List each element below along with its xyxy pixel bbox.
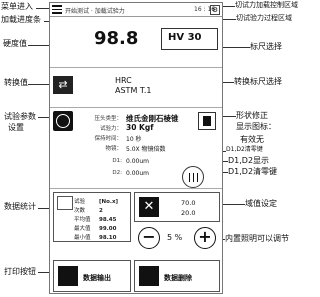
clock-icon[interactable] [53, 111, 73, 131]
indenter-label: 压头类型： [94, 116, 122, 122]
force-label: 试验力： [99, 126, 122, 132]
d2-value: 0.00um [126, 170, 150, 177]
label-force-load-progress: 切试验力过程区域 [236, 14, 292, 22]
d1d2-clear-knob[interactable] [182, 166, 204, 188]
label-data-stats: 数据统计 [4, 202, 36, 211]
hardness-value: 98.8 [94, 28, 139, 49]
d2-label: D2: [112, 170, 122, 176]
dwell-value: 10 秒 [126, 136, 142, 143]
label-test-params: 试验参数 [4, 112, 36, 121]
shape-correction-icon[interactable] [198, 112, 216, 130]
objective-label: 物镜： [105, 146, 122, 152]
stat-row: 次数 2 [74, 208, 103, 214]
print-icon [58, 266, 78, 286]
upper-limit: 70.0 [181, 199, 196, 207]
objective-value: 5.0X 物镜倍数 [126, 146, 166, 153]
x-icon[interactable]: ✕ [139, 197, 159, 217]
scale-select-button[interactable]: HV 30 [161, 28, 218, 50]
label-load-progress: 加载进度条 [1, 15, 41, 24]
label-print-button: 打印按钮 [4, 267, 36, 276]
conversion-scale-name: HRC [115, 76, 132, 85]
label-d1d2-clear-key: D1,D2清零键 [228, 167, 278, 176]
label-d1d2-show: D1,D2显示 [228, 156, 270, 165]
convert-icon[interactable]: ⇄ [53, 76, 73, 94]
topbar-title: 开始测试 · 加载试验力 [65, 8, 125, 15]
illumination-adjust: − 5 % + [134, 225, 220, 255]
d1-value: 0.00um [126, 158, 150, 165]
minus-button[interactable]: − [138, 227, 160, 249]
print-button[interactable]: 数据输出 [53, 260, 131, 292]
conversion-scale[interactable]: HRC ASTM T.1 [115, 76, 151, 95]
label-settings: 设置 [8, 123, 24, 132]
stats-panel[interactable]: 试验 [No.x] 次数 2 平均值 98.45 最大值 99.00 最小值 98.10 [53, 192, 131, 242]
label-menu-entry: 菜单进入 [1, 2, 33, 11]
callout-line [222, 204, 245, 205]
label-conversion-value: 转换值 [4, 78, 28, 87]
label-valid: 有效无 [240, 135, 264, 144]
top-bar: 开始测试 · 加载试验力 16 : 16 ⚙ [50, 3, 222, 17]
plus-button[interactable]: + [194, 227, 216, 249]
gear-icon[interactable]: ⚙ [210, 5, 220, 15]
stat-row: 平均值 98.45 [74, 217, 117, 223]
delete-label: 数据删除 [164, 274, 192, 282]
label-force-load-area: 切试力加载控制区域 [235, 1, 298, 9]
stats-icon [57, 196, 73, 210]
trash-icon [139, 266, 159, 286]
illumination-percent: 5 % [167, 233, 183, 242]
d1-label: D1: [112, 158, 122, 164]
lower-limit: 20.0 [181, 209, 196, 217]
measure-row: 98.8 HV 30 [50, 18, 222, 64]
callout-line [222, 19, 236, 20]
stat-row: 最大值 99.00 [74, 226, 117, 232]
conversion-row: ⇄ HRC ASTM T.1 [50, 67, 222, 107]
conversion-standard: ASTM T.1 [115, 85, 152, 95]
label-limit-setting: 域值设定 [245, 199, 277, 208]
label-display-icon: 显示图标： [236, 122, 276, 131]
dwell-label: 保持时间： [94, 136, 122, 142]
force-value: 30 Kgf [126, 123, 154, 132]
label-hardness-value: 硬度值 [3, 39, 27, 48]
menu-icon[interactable] [52, 5, 62, 14]
limit-panel[interactable]: ✕ 70.0 20.0 [134, 192, 220, 222]
stat-row: 最小值 98.10 [74, 235, 117, 241]
callout-line [222, 6, 235, 7]
delete-button[interactable]: 数据删除 [134, 260, 220, 292]
test-params-panel: 压头类型： 维氏金刚石棱锥 试验力： 30 Kgf 保持时间： 10 秒 物镜：… [50, 107, 222, 189]
label-shape-correction: 形状修正 [236, 111, 268, 120]
label-d1d2-clear: D1,D2清零键 [226, 146, 263, 153]
label-scale-select: 标尺选择 [250, 42, 282, 51]
callout-line [36, 8, 50, 9]
label-inner-adjust: 内置照明可以调节 [225, 234, 289, 243]
stat-row: 试验 [No.x] [74, 199, 119, 205]
print-label: 数据输出 [83, 274, 111, 282]
device-screen: 开始测试 · 加载试验力 16 : 16 ⚙ 98.8 HV 30 ⇄ HRC … [49, 2, 223, 294]
label-conversion-scale-select: 转换标尺选择 [234, 77, 282, 86]
